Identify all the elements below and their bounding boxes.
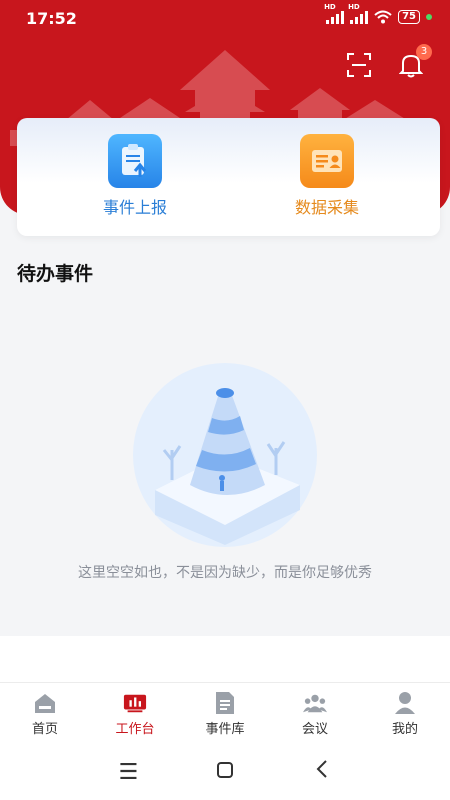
id-card-icon (300, 134, 354, 188)
notification-button[interactable]: 3 (396, 44, 432, 80)
header-actions: 3 (344, 44, 432, 80)
pending-events-title: 待办事件 (17, 263, 94, 285)
wifi-icon (374, 10, 392, 24)
scan-button[interactable] (344, 50, 374, 80)
data-collection-label: 数据采集 (294, 198, 359, 217)
scan-icon (347, 53, 371, 77)
document-list-icon (213, 691, 237, 715)
system-navigation-bar: ☰ (0, 744, 450, 800)
tab-event-library[interactable]: 事件库 (180, 683, 270, 744)
square-home-icon[interactable] (210, 760, 240, 785)
tab-event-library-label: 事件库 (205, 721, 245, 737)
tab-profile-label: 我的 (391, 721, 418, 737)
tab-meeting-label: 会议 (301, 721, 328, 737)
tab-home[interactable]: 首页 (0, 683, 90, 744)
empty-state-message: 这里空空如也，不是因为缺少，而是你足够优秀 (78, 565, 372, 581)
data-collection-button[interactable]: 数据采集 (247, 134, 407, 218)
tab-meeting[interactable]: 会议 (270, 683, 360, 744)
notification-badge: 3 (416, 44, 432, 60)
signal-icon: HD (324, 3, 345, 24)
quick-actions-card: 事件上报 数据采集 (17, 118, 440, 236)
tab-workbench[interactable]: 工作台 (90, 683, 180, 744)
tab-workbench-label: 工作台 (115, 721, 155, 737)
home-icon (33, 691, 57, 715)
menu-icon[interactable]: ☰ (113, 760, 143, 785)
people-icon (303, 691, 327, 715)
workbench-icon (123, 691, 147, 715)
battery-indicator: 75 (398, 10, 420, 24)
empty-state-illustration (133, 363, 317, 547)
bottom-tab-bar: 首页 工作台 事件库 会议 我的 (0, 682, 450, 744)
report-event-button[interactable]: 事件上报 (55, 134, 215, 218)
status-icons: HD HD 75 (324, 3, 432, 24)
content-bottom-spacer (0, 636, 450, 682)
tab-home-label: 首页 (31, 721, 58, 737)
status-bar: 17:52 HD HD 75 (0, 0, 450, 36)
privacy-dot (426, 14, 432, 20)
back-icon[interactable] (307, 759, 337, 785)
clipboard-upload-icon (108, 134, 162, 188)
empty-state: 这里空空如也，不是因为缺少，而是你足够优秀 (0, 300, 450, 636)
tab-profile[interactable]: 我的 (360, 683, 450, 744)
signal-icon-2: HD (348, 3, 369, 24)
report-event-label: 事件上报 (102, 198, 167, 217)
user-icon (393, 691, 417, 715)
status-time: 17:52 (26, 9, 77, 28)
